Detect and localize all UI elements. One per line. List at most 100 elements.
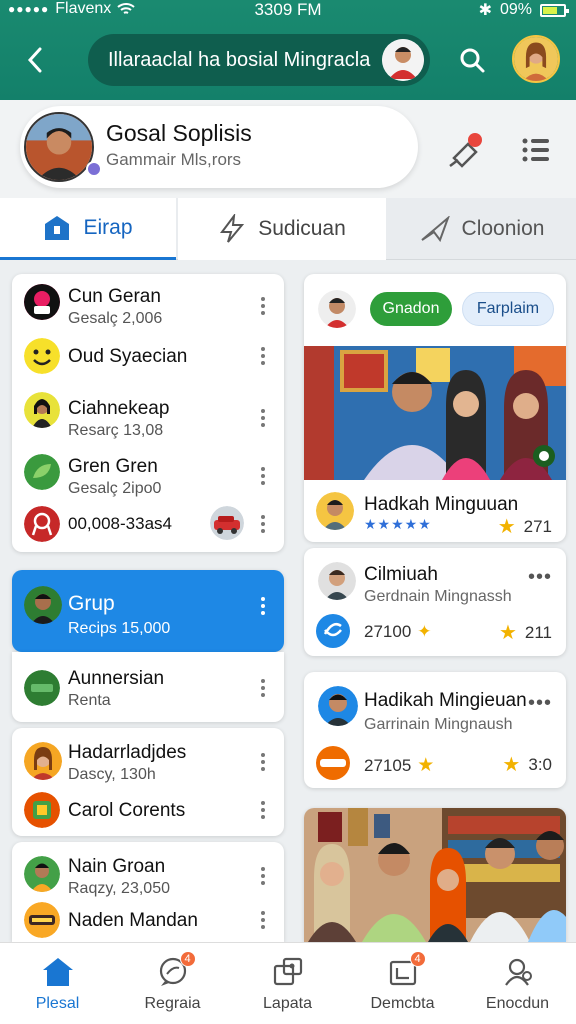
more-options-icon[interactable] [254, 510, 272, 538]
battery-percent: 09% [499, 1, 532, 18]
list-item-subtitle: Raqzy, 23,050 [68, 880, 170, 897]
person-avatar-icon [24, 392, 60, 428]
nav-label: Lapata [263, 995, 312, 1012]
more-options-icon[interactable] [254, 342, 272, 370]
profile-card[interactable]: Gosal Soplisis Gammair Mls,rors [20, 106, 418, 188]
more-options-icon[interactable] [254, 748, 272, 776]
contact-list-card: Cun Geran Gesalç 2,006 Oud Syaecian Ciah… [12, 274, 284, 552]
search-text: Illaraaclal ha bosial Mingracla [108, 48, 371, 71]
profile-avatar[interactable] [24, 112, 94, 182]
nav-lapata[interactable]: Lapata [230, 943, 345, 1024]
list-item[interactable]: Aunnersian Renta [12, 658, 284, 714]
person-avatar-icon [26, 114, 92, 180]
tab-eirap[interactable]: Eirap [0, 198, 176, 260]
list-item[interactable]: Hadarrladjdes Dascy, 130h [12, 732, 284, 788]
group-card[interactable]: Grup Recips 15,000 [12, 570, 284, 652]
bluetooth-icon: ✱ [478, 2, 492, 19]
feed-post-card[interactable]: Hadikah Mingieuan Garrinain Mingnaush ••… [304, 672, 566, 788]
emoji-avatar-icon [24, 338, 60, 374]
avatar [316, 746, 350, 780]
more-options-icon[interactable] [254, 906, 272, 934]
list-item[interactable]: Oud Syaecian [12, 328, 284, 384]
list-item[interactable]: Gren Gren Gesalç 2ipo0 [12, 444, 284, 500]
list-item-title: Hadarrladjdes [68, 742, 187, 763]
list-item-title: Naden Mandan [68, 910, 198, 931]
list-item[interactable]: Naden Mandan [12, 898, 284, 942]
avatar [24, 338, 60, 374]
star-icon: ★ [497, 516, 516, 538]
person-avatar-icon [316, 492, 354, 530]
feed-post-card[interactable] [304, 808, 566, 942]
back-button[interactable] [18, 40, 52, 80]
list-item-subtitle: Resarç 13,08 [68, 422, 164, 439]
follow-button[interactable]: Gnadon [370, 292, 452, 326]
post-photo[interactable] [304, 346, 566, 480]
contact-list-card: Aunnersian Renta [12, 652, 284, 722]
search-icon [460, 48, 485, 73]
list-item[interactable]: Cun Geran Gesalç 2,006 [12, 274, 284, 330]
search-input[interactable]: Illaraaclal ha bosial Mingracla [88, 34, 430, 86]
more-options-icon[interactable] [254, 404, 272, 432]
avatar [24, 586, 62, 624]
list-icon [522, 138, 549, 162]
list-item-title: 00,008-33as4 [68, 514, 172, 533]
more-options-icon[interactable] [254, 592, 272, 620]
tab-cloonion[interactable]: Cloonion [388, 198, 576, 260]
nav-label: Plesal [35, 995, 80, 1012]
list-item-title: Ciahnekeap [68, 398, 170, 419]
more-options-icon[interactable]: ••• [528, 566, 552, 589]
more-options-icon[interactable] [254, 462, 272, 490]
search-button[interactable] [452, 40, 492, 80]
post-photo[interactable] [304, 808, 566, 942]
more-options-icon[interactable] [254, 292, 272, 320]
person-avatar-icon [24, 586, 62, 624]
nav-regraia[interactable]: 4 Regraia [115, 943, 230, 1024]
avatar[interactable] [316, 492, 354, 530]
more-options-icon[interactable] [254, 796, 272, 824]
photo-share-icon [273, 957, 302, 986]
thumbnail [210, 506, 244, 540]
post-stat: 27100 ✦ [364, 622, 432, 641]
avatar [24, 670, 60, 706]
nav-plesal[interactable]: Plesal [0, 943, 115, 1024]
more-options-icon[interactable]: ••• [528, 692, 552, 715]
avatar[interactable] [318, 290, 356, 328]
logo-avatar-icon [24, 902, 60, 938]
app-header: ●●●●● Flavenx 3309 FM ✱ 09% Illaraaclal … [0, 0, 576, 100]
post-subtitle: Garrinain Mingnaush [364, 716, 513, 733]
group-photo-image [304, 808, 566, 942]
lightning-icon [220, 214, 245, 243]
nav-enocdun[interactable]: Enocdun [460, 943, 575, 1024]
home-icon [42, 958, 73, 986]
user-avatar[interactable] [512, 35, 560, 83]
more-options-icon[interactable] [254, 674, 272, 702]
feed-post-card[interactable]: Gnadon Farplaim Hadkah Minguuan ★★★★★ ★ … [304, 274, 566, 542]
logo-icon [320, 759, 346, 767]
list-item[interactable]: 00,008-33as4 [12, 496, 284, 552]
nav-demcbta[interactable]: 4 Demcbta [345, 943, 460, 1024]
profile-subtitle: Gammair Mls,rors [106, 150, 242, 169]
star-icon: ★ [502, 754, 521, 776]
list-item[interactable]: Nain Groan Raqzy, 23,050 [12, 846, 284, 902]
avatar [24, 506, 60, 542]
avatar[interactable] [318, 562, 356, 600]
tab-bar: Eirap Sudicuan Cloonion [0, 198, 576, 260]
status-bar: ●●●●● Flavenx 3309 FM ✱ 09% [0, 0, 576, 22]
car-thumbnail-icon [210, 506, 244, 540]
person-avatar-icon [24, 742, 62, 780]
tab-sudicuan[interactable]: Sudicuan [178, 198, 386, 260]
send-icon [420, 216, 450, 242]
list-item[interactable]: Carol Corents [12, 784, 284, 836]
lock-avatar-icon [24, 284, 60, 320]
post-subtitle: Gerdnain Mingnassh [364, 588, 512, 605]
pin-button[interactable] [444, 128, 488, 172]
avatar[interactable] [382, 39, 424, 81]
avatar[interactable] [318, 686, 358, 726]
feed-post-card[interactable]: Cilmiuah Gerdnain Mingnassh ••• 27100 ✦ … [304, 548, 566, 656]
list-item[interactable]: Ciahnekeap Resarç 13,08 [12, 382, 284, 439]
more-options-icon[interactable] [254, 862, 272, 890]
list-item[interactable]: Grup Recips 15,000 [12, 570, 284, 652]
list-menu-button[interactable] [516, 130, 556, 170]
category-chip[interactable]: Farplaim [462, 292, 554, 326]
spark-icon: ✦ [417, 622, 432, 641]
